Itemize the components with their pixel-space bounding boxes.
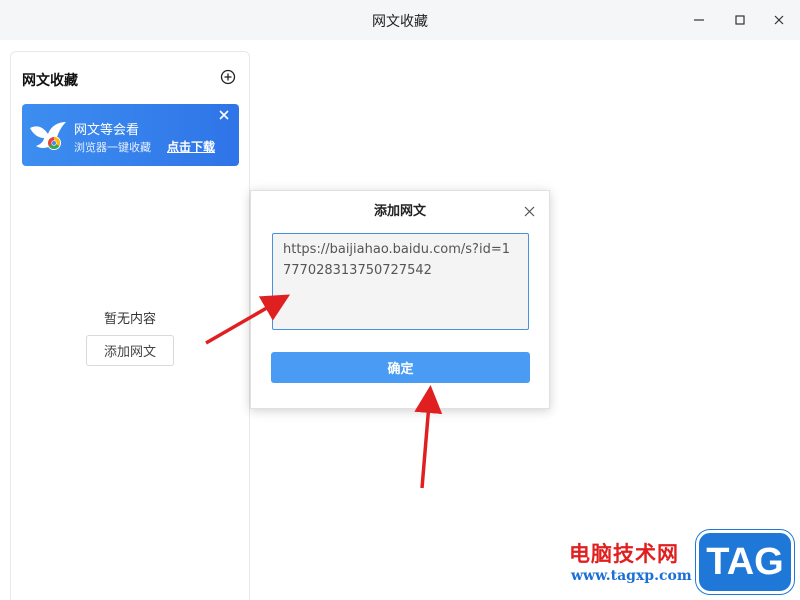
sidebar-title: 网文收藏 (22, 73, 78, 89)
minimize-icon (694, 19, 704, 21)
maximize-button[interactable] (727, 8, 753, 32)
close-icon[interactable] (218, 109, 230, 121)
confirm-button[interactable]: 确定 (271, 352, 530, 383)
dialog-title: 添加网文 (373, 204, 426, 219)
banner-subtitle: 浏览器一键收藏 (74, 141, 151, 154)
banner-title: 网文等会看 (74, 123, 140, 138)
title-bar: 网文收藏 (0, 0, 800, 40)
close-icon[interactable] (524, 206, 535, 217)
banner-download-link[interactable]: 点击下载 (167, 138, 215, 155)
maximize-icon (735, 15, 745, 25)
add-article-dialog: 添加网文 https://baijiahao.baidu.com/s?id=17… (250, 190, 550, 409)
minimize-button[interactable] (686, 8, 712, 32)
window-title: 网文收藏 (372, 14, 428, 30)
promo-banner[interactable]: 网文等会看 浏览器一键收藏 点击下载 (22, 104, 239, 166)
plus-circle-icon[interactable] (220, 69, 236, 85)
sidebar: 网文收藏 网文等会看 浏览器一键收藏 点击下载 暂无内容 添加网文 (10, 51, 250, 600)
empty-state-text: 暂无内容 (103, 312, 156, 327)
watermark-site-name: 电脑技术网 (569, 542, 679, 566)
watermark-tag-logo: TAG (696, 530, 794, 594)
url-input[interactable]: https://baijiahao.baidu.com/s?id=1777028… (272, 233, 529, 330)
close-window-button[interactable] (766, 8, 792, 32)
watermark-url: www.tagxp.com (571, 568, 692, 584)
close-icon (774, 15, 784, 25)
add-article-button[interactable]: 添加网文 (86, 335, 174, 366)
bird-browser-icon (30, 122, 66, 150)
